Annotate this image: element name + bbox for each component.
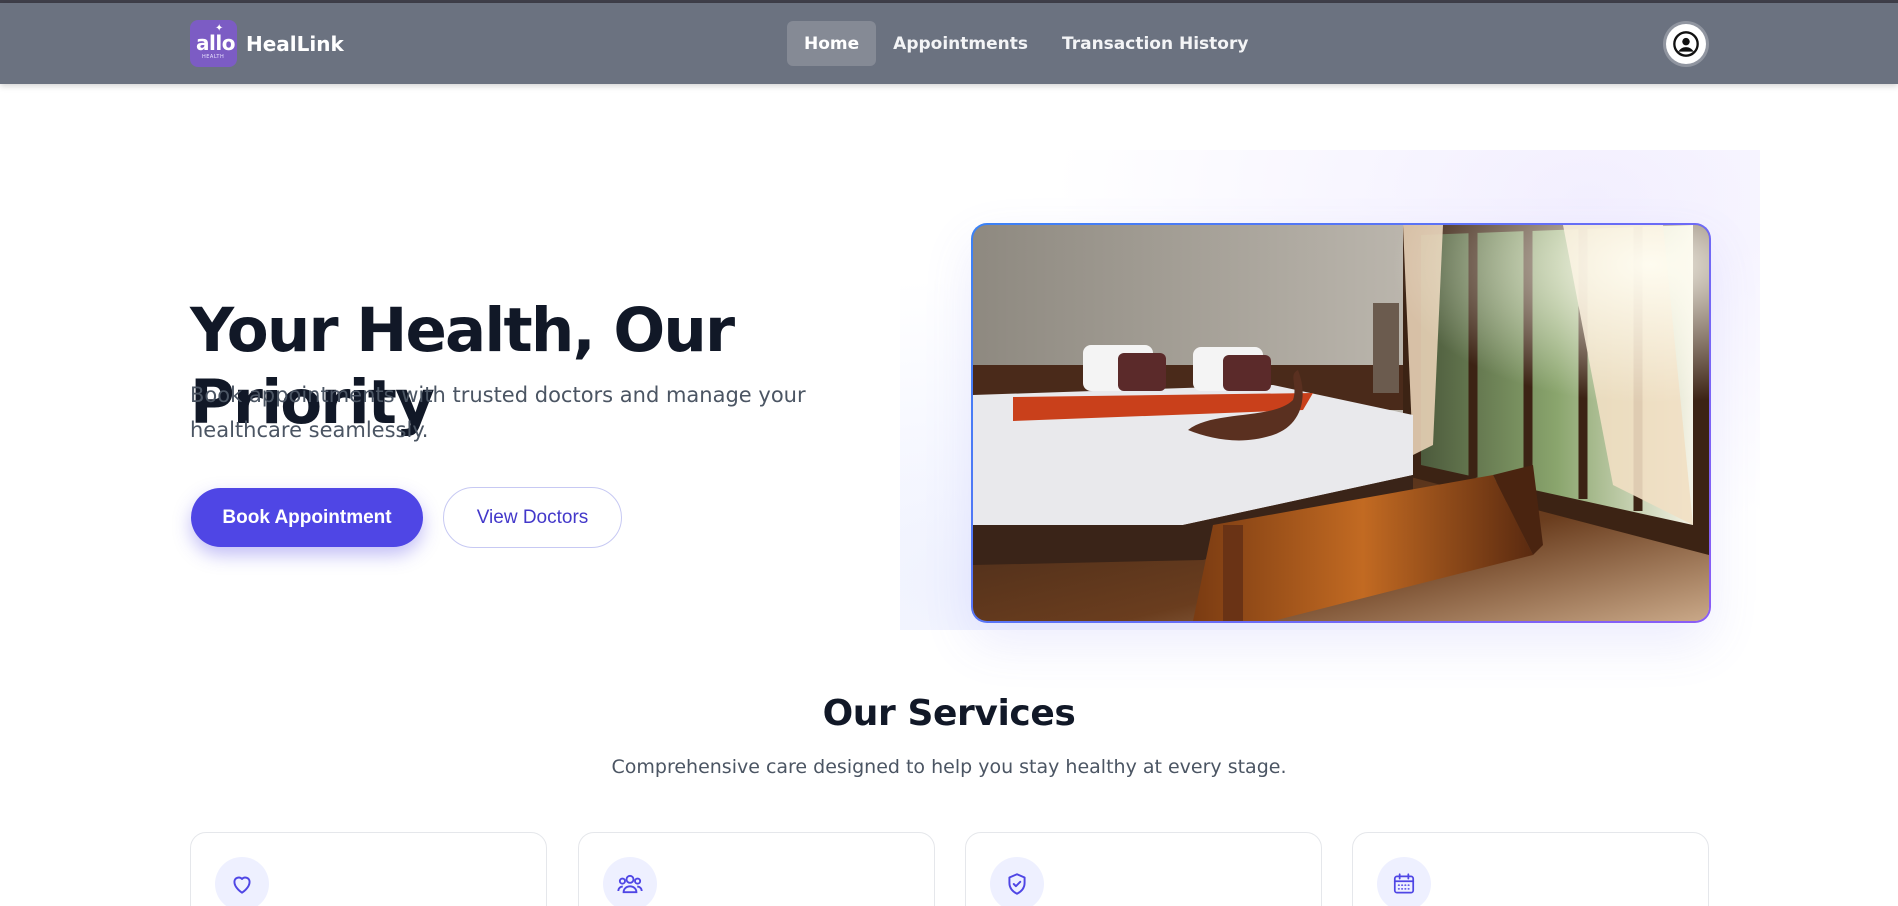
profile-button[interactable] [1666,24,1706,64]
nav-link-transaction-history[interactable]: Transaction History [1045,21,1265,66]
heart-icon [233,876,251,894]
service-card[interactable] [1352,832,1709,906]
main-nav: Home Appointments Transaction History [787,21,1265,66]
service-card[interactable] [965,832,1322,906]
service-card-icon-wrap [603,857,657,906]
logo-text: allo [196,31,235,55]
hero-image [971,223,1711,623]
service-card-icon-wrap [1377,857,1431,906]
nav-link-appointments[interactable]: Appointments [876,21,1045,66]
bedroom-photo [973,225,1709,621]
view-doctors-button[interactable]: View Doctors [443,487,622,548]
brand[interactable]: ✦ allo HEALTH HealLink [190,20,344,67]
shield-check-icon [1008,873,1026,895]
hero-subtitle: Book appointments with trusted doctors a… [190,383,806,442]
services-title: Our Services [822,693,1076,734]
service-card[interactable] [190,832,547,906]
calendar-icon [1393,873,1415,894]
brand-logo: ✦ allo HEALTH [190,20,237,67]
logo-subtext: HEALTH [202,54,225,60]
user-circle-icon [1673,31,1699,57]
services-subtitle: Comprehensive care designed to help you … [611,756,1287,778]
navbar: ✦ allo HEALTH HealLink Home Appointments… [0,3,1898,84]
brand-name: HealLink [246,31,344,56]
nav-link-home[interactable]: Home [787,21,877,66]
users-icon [617,874,643,894]
service-card[interactable] [578,832,935,906]
service-card-icon-wrap [990,857,1044,906]
service-card-icon-wrap [215,857,269,906]
book-appointment-button[interactable]: Book Appointment [191,488,423,547]
